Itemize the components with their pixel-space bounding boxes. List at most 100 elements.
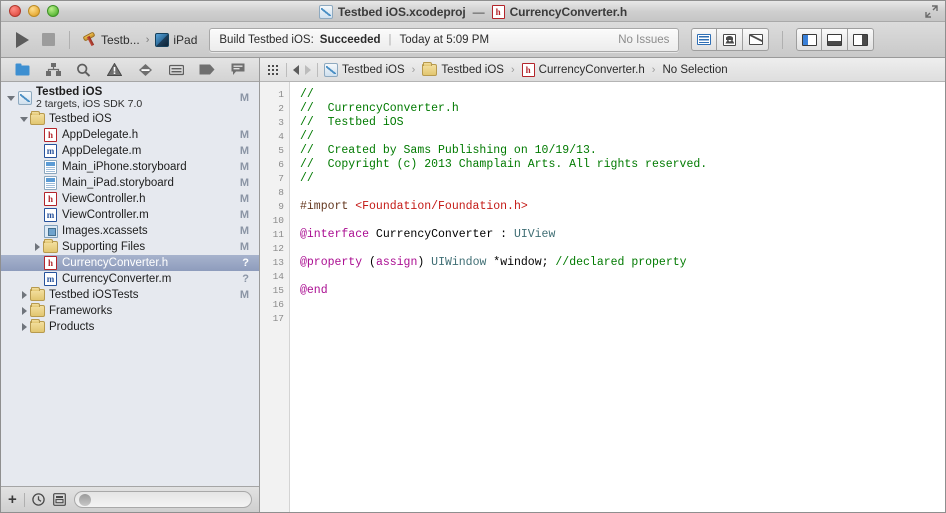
disclosure-triangle-closed-icon[interactable] [18, 323, 30, 331]
folder-icon [30, 111, 45, 125]
navigator-row-label: AppDelegate.h [62, 129, 139, 141]
navigator-row-label: Main_iPad.storyboard [62, 177, 174, 189]
project-navigator-tab[interactable] [14, 62, 31, 78]
navigator-row[interactable]: Testbed iOS [1, 111, 259, 127]
breadcrumb-file[interactable]: h CurrencyConverter.h [521, 62, 645, 77]
issue-navigator-tab[interactable] [106, 62, 123, 78]
back-button[interactable] [293, 64, 299, 75]
navigator-row-text: Images.xcassets [62, 225, 234, 237]
line-number: 2 [278, 103, 284, 114]
run-button[interactable] [9, 28, 35, 52]
file-icon-wrap [43, 239, 58, 253]
source-editor[interactable]: 1 2 3 4 5 6 7 8 9 10 11 12 13 14 15 16 17 //// CurrencyC… [260, 82, 945, 512]
disclosure-triangle-closed-icon[interactable] [18, 291, 30, 299]
debug-area-toggle-button[interactable] [822, 28, 849, 51]
disclosure-triangle-closed-icon[interactable] [18, 307, 30, 315]
line-number: 6 [278, 159, 284, 170]
disclosure-triangle-open-icon[interactable] [18, 116, 30, 122]
line-number: 14 [272, 271, 284, 282]
navigator-row[interactable]: Main_iPad.storyboard M [1, 175, 259, 191]
line-number: 1 [278, 89, 284, 100]
assistant-editor-button[interactable] [717, 28, 744, 51]
line-number: 12 [272, 243, 284, 254]
navigator-row[interactable]: Frameworks [1, 303, 259, 319]
breadcrumb-project[interactable]: Testbed iOS [324, 62, 405, 77]
navigator-row[interactable]: Products [1, 319, 259, 335]
navigator-row-label: CurrencyConverter.h [62, 257, 169, 269]
recent-files-filter-button[interactable] [32, 493, 46, 507]
breadcrumb-label: No Selection [662, 63, 728, 76]
minimize-button[interactable] [28, 5, 40, 17]
filter-scope-icon [78, 493, 91, 506]
navigator-row[interactable]: Images.xcassets M [1, 223, 259, 239]
navigator-row-text: ViewController.m [62, 209, 234, 221]
navigator-row-label: Main_iPhone.storyboard [62, 161, 187, 173]
xcode-window: Testbed iOS.xcodeproj — h CurrencyConver… [0, 0, 946, 513]
header-file-icon: h [44, 128, 57, 142]
debug-navigator-tab[interactable] [168, 62, 185, 78]
stop-button[interactable] [35, 28, 61, 52]
log-navigator-tab[interactable] [229, 62, 246, 78]
navigator-toggle-button[interactable] [796, 28, 823, 51]
navigator-row-text: Products [49, 321, 243, 333]
scheme-icon [82, 30, 97, 47]
navigator-row[interactable]: Testbed iOSTests M [1, 287, 259, 303]
source-control-status-badge: M [239, 209, 249, 221]
breadcrumb-group[interactable]: Testbed iOS [422, 61, 504, 76]
filter-search-field[interactable] [73, 491, 252, 508]
navigator-row-text: CurrencyConverter.h [62, 257, 236, 269]
code-line: // [300, 172, 945, 186]
navigator-row-text: Testbed iOSTests [49, 289, 234, 301]
code-line: // [300, 88, 945, 102]
navigator-row-text: Frameworks [49, 305, 243, 317]
navigator-row[interactable]: h ViewController.h M [1, 191, 259, 207]
code-content[interactable]: //// CurrencyConverter.h// Testbed iOS//… [290, 82, 945, 512]
navigator-row[interactable]: h AppDelegate.h M [1, 127, 259, 143]
navigator-row[interactable]: m CurrencyConverter.m? [1, 271, 259, 287]
breadcrumb-chevron-icon: › [651, 63, 656, 76]
forward-button[interactable] [305, 64, 311, 75]
jump-bar-divider [286, 62, 287, 77]
breakpoint-navigator-tab[interactable] [198, 62, 215, 78]
code-line: @property (assign) UIWindow *window; //d… [300, 256, 945, 270]
symbol-navigator-tab[interactable] [45, 62, 62, 78]
code-line: #import <Foundation/Foundation.h> [300, 200, 945, 214]
folder-icon [30, 287, 45, 301]
related-items-icon[interactable] [268, 64, 280, 75]
breadcrumb-selection[interactable]: No Selection [662, 64, 727, 76]
line-number: 7 [278, 173, 284, 184]
navigator-row[interactable]: m AppDelegate.m M [1, 143, 259, 159]
navigator-row[interactable]: Supporting Files M [1, 239, 259, 255]
file-icon-wrap: m [43, 144, 58, 158]
disclosure-triangle-open-icon[interactable] [5, 95, 17, 101]
xcassets-icon [43, 224, 58, 238]
scheme-selector[interactable]: Testb... › iPad [78, 28, 201, 52]
navigator-row[interactable]: m ViewController.m M [1, 207, 259, 223]
utilities-toggle-button[interactable] [848, 28, 875, 51]
zoom-button[interactable] [47, 5, 59, 17]
source-control-filter-button[interactable] [53, 493, 67, 507]
test-navigator-tab[interactable] [137, 62, 154, 78]
code-token: assign [375, 256, 418, 269]
navigator-row[interactable]: h CurrencyConverter.h? [1, 255, 259, 271]
line-number: 13 [272, 257, 284, 268]
standard-editor-button[interactable] [691, 28, 718, 51]
version-editor-button[interactable] [743, 28, 770, 51]
project-navigator-tree[interactable]: Testbed iOS 2 targets, iOS SDK 7.0 M Testbe… [1, 82, 259, 486]
fullscreen-icon[interactable] [925, 5, 938, 18]
add-item-button[interactable]: + [8, 492, 17, 507]
disclosure-triangle-closed-icon[interactable] [31, 243, 43, 251]
navigator-row[interactable]: Main_iPhone.storyboard M [1, 159, 259, 175]
search-navigator-tab[interactable] [75, 62, 92, 78]
xcodeproj-icon [324, 62, 338, 77]
code-token: // CurrencyConverter.h [300, 102, 459, 115]
close-button[interactable] [9, 5, 21, 17]
navigator-row[interactable]: Testbed iOS 2 targets, iOS SDK 7.0 M [1, 85, 259, 111]
code-token: @property [300, 256, 363, 269]
view-toggle-group [796, 28, 875, 51]
breadcrumb-chevron-icon: › [510, 63, 515, 76]
file-icon-wrap: h [43, 128, 58, 142]
navigator-row-text: Main_iPad.storyboard [62, 177, 234, 189]
